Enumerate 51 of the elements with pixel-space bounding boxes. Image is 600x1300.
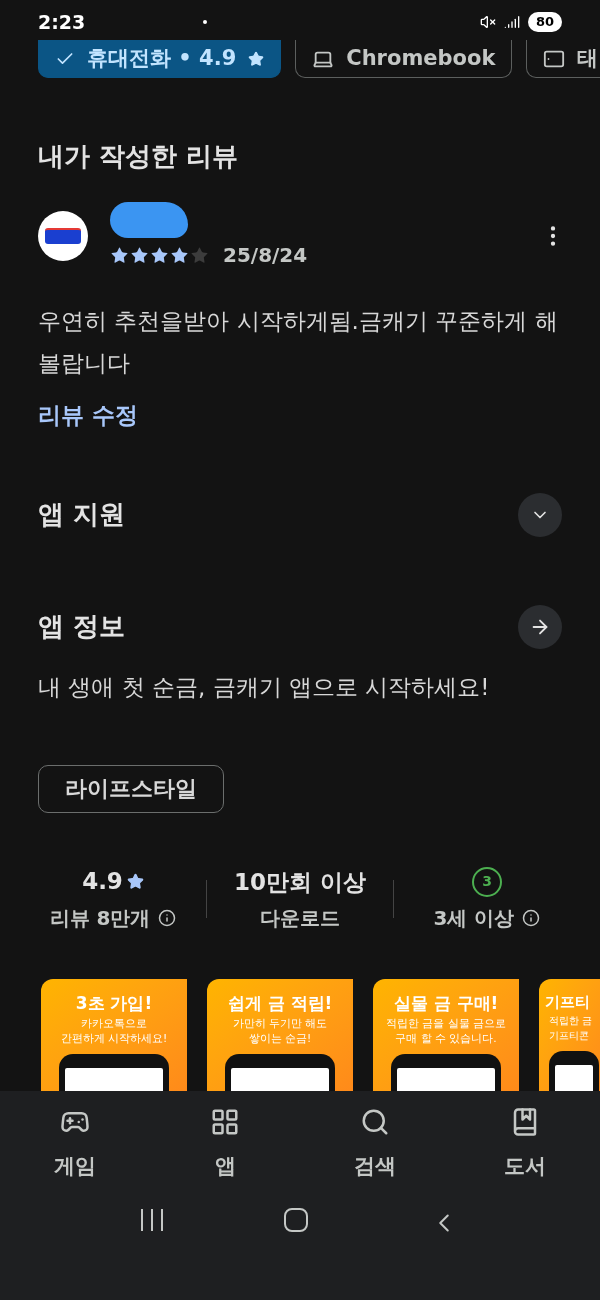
star-icon (170, 245, 189, 265)
arrow-button[interactable] (518, 604, 562, 649)
status-time: 2:23 (38, 9, 86, 35)
screenshot-caption: 적립한 금 (548, 1014, 593, 1028)
stat-label: 3세 이상 (433, 904, 515, 932)
screenshot-caption: 간편하게 시작하세요! (60, 1031, 168, 1046)
stat-label: 리뷰 8만개 (49, 904, 151, 932)
screenshot-caption: 구매 할 수 있습니다. (395, 1031, 497, 1046)
nav-tab[interactable]: 도서 (450, 1106, 600, 1182)
stat-label: 다운로드 (260, 904, 340, 932)
star-icon (110, 245, 129, 265)
star-icon (126, 873, 144, 890)
screenshot-caption: 가만히 두기만 해도 (232, 1016, 328, 1031)
downloads-value: 10만회 이상 (234, 867, 366, 897)
user-avatar (38, 211, 88, 261)
review-date: 25/8/24 (223, 242, 308, 269)
info-icon[interactable] (522, 908, 541, 927)
recent-apps-icon[interactable] (140, 1208, 163, 1232)
device-filter-chip[interactable]: 태 (526, 40, 600, 78)
device-filter-chip[interactable]: 휴대전화 • 4.9 (38, 40, 282, 78)
nav-tab[interactable]: 게임 (0, 1106, 150, 1182)
star-icon (190, 245, 209, 265)
star-icon (130, 245, 149, 265)
screenshot-caption: 적립한 금을 실물 금으로 (386, 1016, 506, 1031)
section-title: 앱 지원 (38, 498, 126, 531)
category-chip[interactable]: 라이프스타일 (38, 764, 224, 813)
star-icon (150, 245, 169, 265)
phone-drawing (549, 1051, 599, 1091)
signal-icon (503, 14, 520, 30)
screenshot-title: 3초 가입! (75, 991, 153, 1015)
screenshot-title: 쉽게 금 적립! (227, 991, 333, 1015)
screenshot-title: 기프티 (545, 991, 590, 1013)
review-text: 우연히 추천을받아 시작하게됨.금캐기 꾸준하게 해볼랍니다 (37, 307, 559, 378)
info-icon[interactable] (158, 908, 177, 927)
screenshot-caption: 기프티콘 (548, 1029, 589, 1043)
section-title: 내가 작성한 리뷰 (37, 140, 240, 173)
section-title: 앱 정보 (38, 610, 126, 643)
screenshot-title: 실물 금 구매! (393, 991, 499, 1015)
battery-indicator: 80 (527, 12, 562, 32)
home-icon[interactable] (284, 1208, 308, 1232)
device-filter-chip[interactable]: Chromebook (295, 40, 513, 78)
nav-tab[interactable]: 검색 (300, 1106, 450, 1182)
star-icon (248, 50, 265, 67)
age-rating-badge: 3 (472, 866, 502, 897)
screenshot-caption: 카카오톡으로 (81, 1016, 147, 1031)
mute-icon (479, 14, 496, 30)
app-description: 내 생애 첫 순금, 금캐기 앱으로 시작하세요! (37, 672, 491, 702)
edit-review-link[interactable]: 리뷰 수정 (0, 398, 176, 433)
screenshot-caption: 쌓이는 순금! (248, 1031, 312, 1046)
rating-value: 4.9 (82, 867, 123, 897)
nav-tab[interactable]: 앱 (150, 1106, 300, 1182)
